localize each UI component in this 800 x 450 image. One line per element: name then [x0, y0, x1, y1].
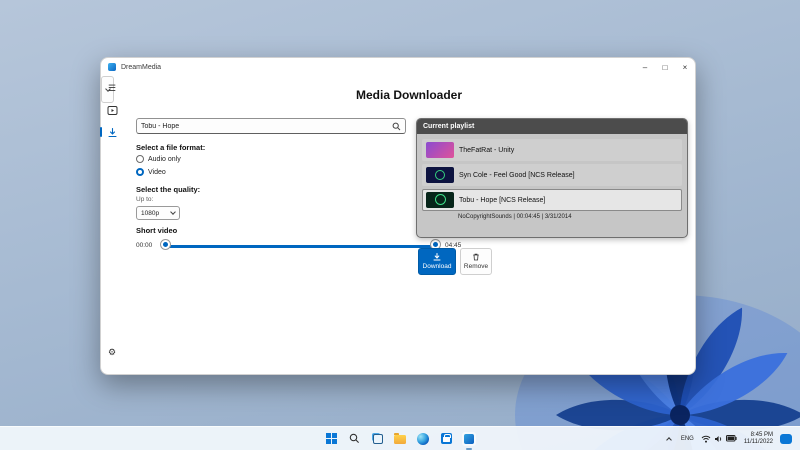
trim-slider-handle-start[interactable]: [161, 240, 170, 249]
download-button-label: Download: [422, 263, 452, 270]
playlist-item[interactable]: TheFatRat - Unity: [422, 139, 682, 161]
hidden-icons-button[interactable]: [664, 432, 674, 446]
trash-icon: [473, 253, 479, 261]
system-tray-icons[interactable]: [701, 432, 737, 446]
playlist-item-title: Tobu - Hope [NCS Release]: [459, 196, 546, 204]
download-nav-icon[interactable]: [100, 124, 120, 140]
clock-time: 8:45 PM: [750, 431, 773, 438]
quality-hint: Up to:: [136, 196, 154, 203]
page-title: Media Downloader: [355, 88, 462, 102]
video-thumbnail: [426, 192, 454, 208]
chevron-down-icon: [170, 209, 176, 215]
trim-slider-track[interactable]: [165, 245, 437, 248]
playlist-item-selected[interactable]: Tobu - Hope [NCS Release]: [422, 189, 682, 211]
search-input[interactable]: [137, 119, 392, 133]
radio-video[interactable]: Video: [136, 168, 166, 176]
folder-icon: [394, 433, 406, 444]
taskbar: ENG 8:45 PM 11/11/2022: [0, 426, 800, 450]
taskbar-clock[interactable]: 8:45 PM 11/11/2022: [744, 432, 773, 446]
radio-audio-only[interactable]: Audio only: [136, 155, 181, 163]
notification-badge: [780, 433, 792, 444]
app-icon: [108, 63, 116, 71]
start-button[interactable]: [324, 432, 338, 446]
store-icon: [440, 433, 452, 444]
dreammedia-app-icon: [464, 433, 474, 444]
playlist-item-meta: NoCopyrightSounds | 00:04:45 | 3/31/2014: [458, 214, 572, 220]
library-icon[interactable]: [104, 102, 120, 118]
remove-button[interactable]: Remove: [460, 248, 492, 275]
taskbar-search-button[interactable]: [347, 432, 361, 446]
notification-center-button[interactable]: [780, 432, 792, 446]
close-button[interactable]: ×: [675, 58, 695, 76]
battery-icon: [725, 435, 737, 442]
windows-logo-icon: [325, 433, 337, 444]
trim-label: Short video: [136, 226, 178, 235]
radio-label: Video: [148, 168, 166, 176]
playlist-item[interactable]: Syn Cole - Feel Good [NCS Release]: [422, 164, 682, 186]
download-icon: [107, 127, 117, 137]
playlist-item-title: Syn Cole - Feel Good [NCS Release]: [459, 171, 575, 179]
microsoft-store-button[interactable]: [439, 432, 453, 446]
format-label: Select a file format:: [136, 143, 206, 152]
taskbar-app-dreammedia[interactable]: [462, 431, 476, 450]
playlist-panel: Current playlist TheFatRat - Unity Syn C…: [416, 118, 688, 238]
volume-icon: [714, 435, 721, 442]
radio-circle: [136, 155, 144, 163]
search-icon: [349, 433, 359, 443]
playlist-body: TheFatRat - Unity Syn Cole - Feel Good […: [417, 134, 687, 225]
maximize-button[interactable]: □: [655, 58, 675, 76]
video-thumbnail: [426, 167, 454, 183]
video-thumbnail: [426, 142, 454, 158]
library-icon: [107, 105, 117, 115]
remove-button-label: Remove: [463, 263, 489, 270]
radio-circle-selected: [136, 168, 144, 176]
taskbar-center: [324, 431, 476, 450]
wifi-icon: [701, 435, 711, 443]
app-window: DreamMedia – □ × ☰ ⚙ Media Downloader To…: [100, 57, 696, 375]
sidebar: ☰ ⚙: [100, 76, 123, 374]
search-icon[interactable]: [392, 122, 401, 131]
edge-icon: [417, 432, 429, 445]
desktop: DreamMedia – □ × ☰ ⚙ Media Downloader To…: [0, 0, 800, 450]
clock-date: 11/11/2022: [743, 438, 773, 445]
settings-gear-icon[interactable]: ⚙: [104, 344, 120, 360]
quality-dropdown[interactable]: 1080p: [136, 206, 180, 220]
task-view-icon: [371, 433, 383, 444]
window-title: DreamMedia: [121, 63, 162, 71]
file-explorer-button[interactable]: [393, 432, 407, 446]
chevron-up-icon: [666, 436, 672, 443]
search-box: [136, 118, 406, 134]
download-icon: [433, 253, 441, 261]
radio-label: Audio only: [148, 155, 181, 163]
quality-label: Select the quality:: [136, 185, 201, 194]
playlist-item-title: TheFatRat - Unity: [459, 146, 515, 154]
task-view-button[interactable]: [370, 432, 384, 446]
language-label: ENG: [680, 435, 694, 442]
playlist-header: Current playlist: [417, 119, 687, 134]
window-controls: – □ ×: [635, 58, 695, 76]
quality-value: 1080p: [141, 209, 160, 217]
taskbar-tray: ENG 8:45 PM 11/11/2022: [664, 427, 800, 450]
titlebar[interactable]: DreamMedia – □ ×: [101, 58, 695, 76]
download-button[interactable]: Download: [418, 248, 456, 275]
trim-start-value: 00:00: [136, 242, 153, 249]
edge-browser-button[interactable]: [416, 432, 430, 446]
language-indicator[interactable]: ENG: [681, 432, 694, 446]
minimize-button[interactable]: –: [635, 58, 655, 76]
